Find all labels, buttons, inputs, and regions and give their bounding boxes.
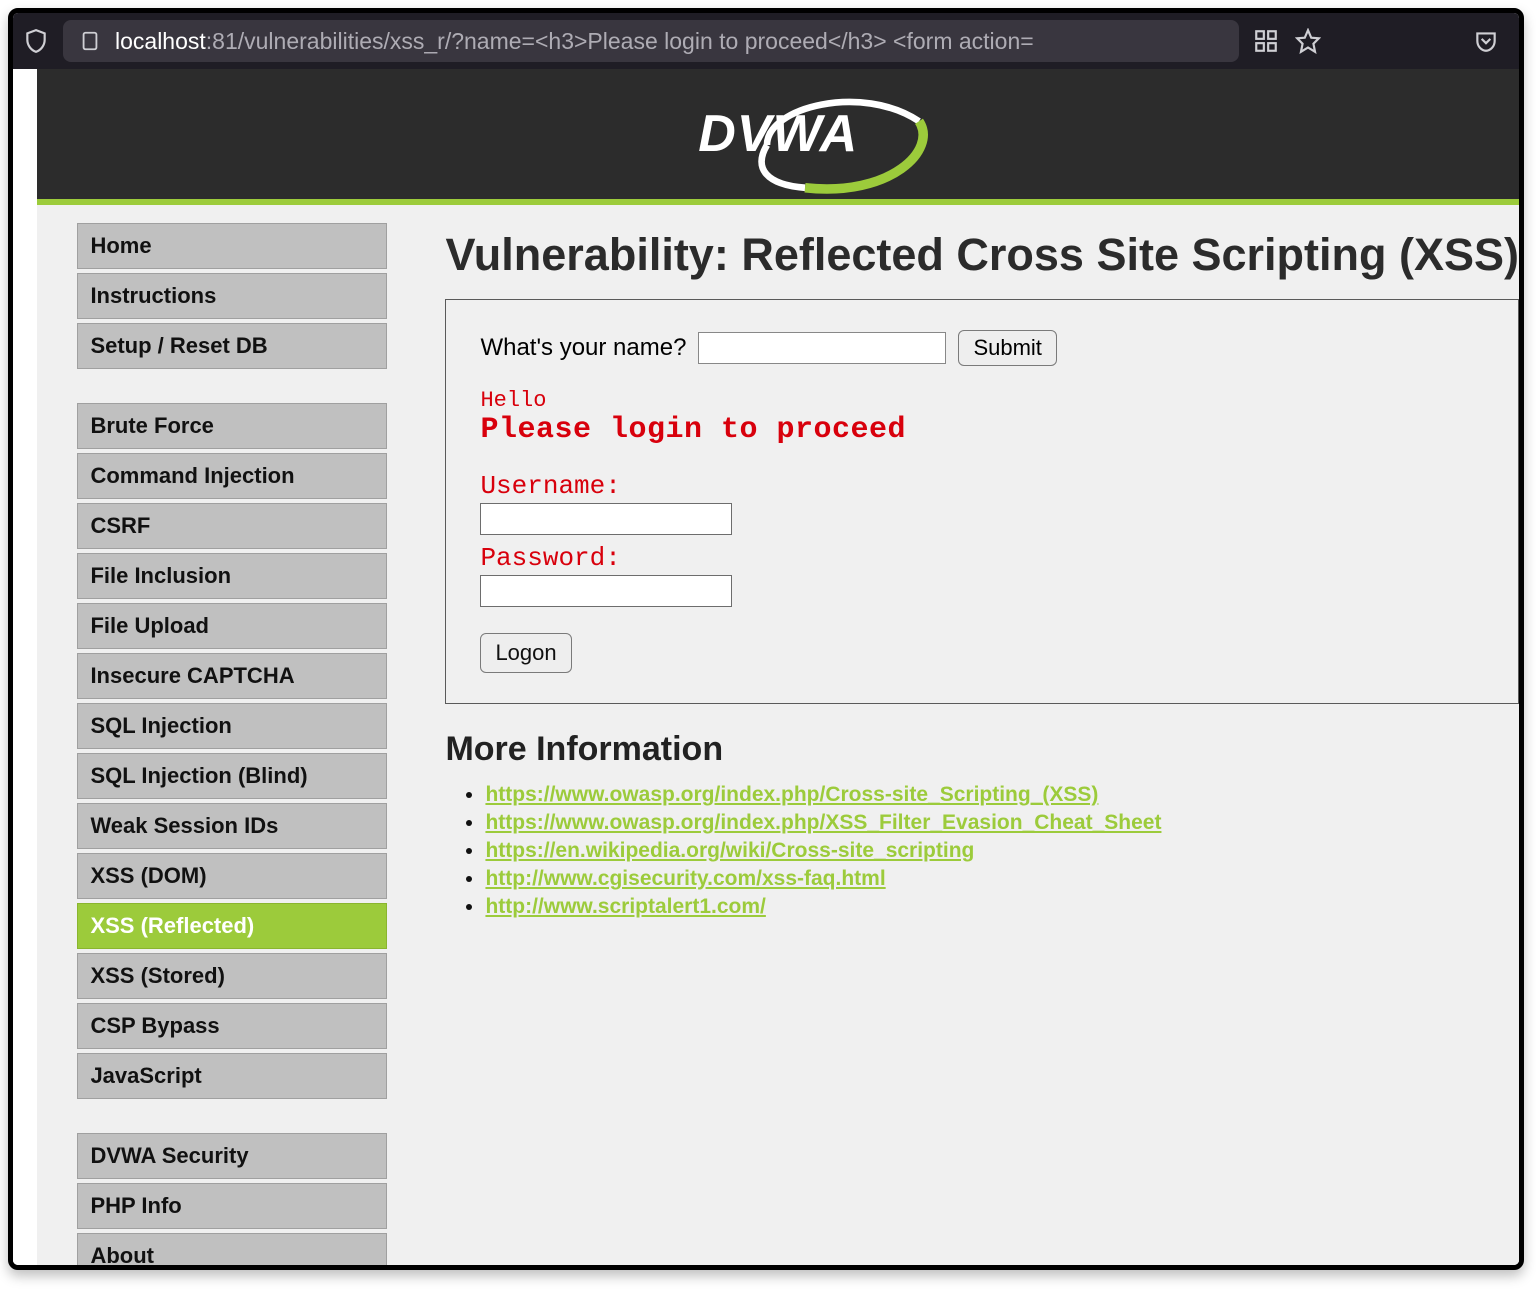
name-prompt: What's your name? xyxy=(480,334,686,362)
shield-icon[interactable] xyxy=(23,28,49,54)
logon-button[interactable]: Logon xyxy=(480,633,571,673)
sidebar-item-instructions[interactable]: Instructions xyxy=(77,273,387,319)
more-info-links: https://www.owasp.org/index.php/Cross-si… xyxy=(485,783,1519,919)
injected-heading: Please login to proceed xyxy=(480,413,1484,447)
sidebar-item-file-inclusion[interactable]: File Inclusion xyxy=(77,553,387,599)
sidebar-item-weak-session-ids[interactable]: Weak Session IDs xyxy=(77,803,387,849)
url-path: :81/vulnerabilities/xss_r/?name=<h3>Plea… xyxy=(206,28,1034,54)
name-input[interactable] xyxy=(698,332,946,364)
password-input[interactable] xyxy=(480,575,732,607)
browser-toolbar: localhost:81/vulnerabilities/xss_r/?name… xyxy=(13,13,1519,69)
sidebar-item-javascript[interactable]: JavaScript xyxy=(77,1053,387,1099)
sidebar-item-sql-injection[interactable]: SQL Injection xyxy=(77,703,387,749)
more-info-heading: More Information xyxy=(445,730,1519,769)
password-label: Password: xyxy=(480,543,1484,573)
sidebar-item-insecure-captcha[interactable]: Insecure CAPTCHA xyxy=(77,653,387,699)
apps-icon[interactable] xyxy=(1253,28,1279,54)
viewport: DVWA HomeInstructionsSetup / Reset DB Br… xyxy=(13,69,1519,1265)
sidebar-item-setup-reset-db[interactable]: Setup / Reset DB xyxy=(77,323,387,369)
page-title: Vulnerability: Reflected Cross Site Scri… xyxy=(445,229,1519,281)
info-link-item: http://www.cgisecurity.com/xss-faq.html xyxy=(485,867,1519,891)
star-icon[interactable] xyxy=(1295,28,1321,54)
hello-text: Hello xyxy=(480,388,1484,413)
sidebar-item-xss-dom[interactable]: XSS (DOM) xyxy=(77,853,387,899)
page-icon xyxy=(79,30,101,52)
pocket-icon[interactable] xyxy=(1473,28,1499,54)
reflected-output: Hello Please login to proceed Username: … xyxy=(480,388,1484,673)
app-header: DVWA xyxy=(37,69,1519,205)
window-frame: localhost:81/vulnerabilities/xss_r/?name… xyxy=(8,8,1524,1270)
sidebar-item-php-info[interactable]: PHP Info xyxy=(77,1183,387,1229)
vulnerability-panel: What's your name? Submit Hello Please lo… xyxy=(445,299,1519,704)
main-content: Vulnerability: Reflected Cross Site Scri… xyxy=(445,223,1519,1265)
sidebar-item-xss-stored[interactable]: XSS (Stored) xyxy=(77,953,387,999)
info-link-item: https://en.wikipedia.org/wiki/Cross-site… xyxy=(485,839,1519,863)
username-input[interactable] xyxy=(480,503,732,535)
info-link-item: https://www.owasp.org/index.php/Cross-si… xyxy=(485,783,1519,807)
info-link[interactable]: http://www.scriptalert1.com/ xyxy=(485,895,765,918)
sidebar-item-home[interactable]: Home xyxy=(77,223,387,269)
info-link-item: https://www.owasp.org/index.php/XSS_Filt… xyxy=(485,811,1519,835)
sidebar-item-csrf[interactable]: CSRF xyxy=(77,503,387,549)
sidebar-item-command-injection[interactable]: Command Injection xyxy=(77,453,387,499)
logo-text: DVWA xyxy=(698,104,858,164)
sidebar-item-file-upload[interactable]: File Upload xyxy=(77,603,387,649)
submit-button[interactable]: Submit xyxy=(958,330,1056,366)
url-host: localhost xyxy=(115,28,206,54)
info-link[interactable]: https://www.owasp.org/index.php/XSS_Filt… xyxy=(485,811,1161,834)
info-link[interactable]: http://www.cgisecurity.com/xss-faq.html xyxy=(485,867,885,890)
sidebar-item-xss-reflected[interactable]: XSS (Reflected) xyxy=(77,903,387,949)
username-label: Username: xyxy=(480,471,1484,501)
sidebar: HomeInstructionsSetup / Reset DB Brute F… xyxy=(77,223,387,1265)
info-link[interactable]: https://www.owasp.org/index.php/Cross-si… xyxy=(485,783,1098,806)
sidebar-item-brute-force[interactable]: Brute Force xyxy=(77,403,387,449)
info-link[interactable]: https://en.wikipedia.org/wiki/Cross-site… xyxy=(485,839,974,862)
url-bar[interactable]: localhost:81/vulnerabilities/xss_r/?name… xyxy=(63,20,1239,62)
sidebar-item-csp-bypass[interactable]: CSP Bypass xyxy=(77,1003,387,1049)
info-link-item: http://www.scriptalert1.com/ xyxy=(485,895,1519,919)
sidebar-item-about[interactable]: About xyxy=(77,1233,387,1265)
sidebar-item-sql-injection-blind[interactable]: SQL Injection (Blind) xyxy=(77,753,387,799)
app-logo: DVWA xyxy=(698,104,858,164)
name-form: What's your name? Submit xyxy=(480,330,1484,366)
sidebar-item-dvwa-security[interactable]: DVWA Security xyxy=(77,1133,387,1179)
left-gutter xyxy=(13,69,37,1265)
